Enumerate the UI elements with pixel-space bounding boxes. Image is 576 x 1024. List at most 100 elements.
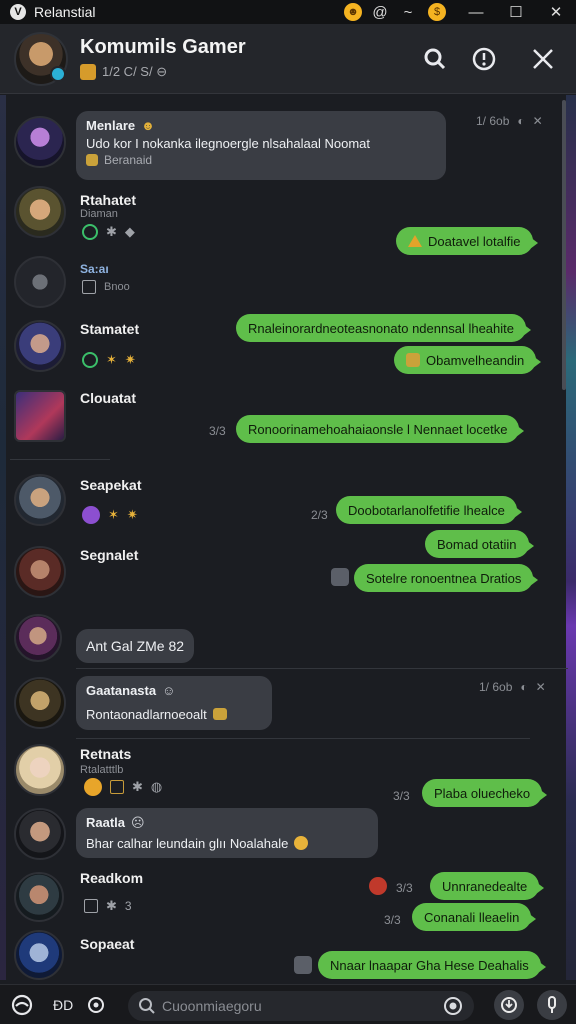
message-input-box[interactable] xyxy=(128,991,474,1021)
record-icon[interactable] xyxy=(442,995,464,1017)
pin-icon[interactable]: ◍ xyxy=(151,779,162,795)
sender-name: Raatla xyxy=(86,815,126,830)
dismiss-icon[interactable]: ✕ xyxy=(536,680,546,694)
avatar[interactable] xyxy=(14,677,66,729)
status-emoji-icon: ☹ xyxy=(131,815,145,830)
divider xyxy=(76,668,568,669)
close-chat-button[interactable] xyxy=(526,42,560,76)
avatar[interactable] xyxy=(14,546,66,598)
avatar[interactable] xyxy=(14,614,62,662)
avatar[interactable] xyxy=(14,744,66,796)
box-icon[interactable] xyxy=(110,780,124,794)
divider xyxy=(10,459,110,460)
gif-icon: ĐD xyxy=(53,997,73,1013)
avatar[interactable] xyxy=(14,474,66,526)
message-input[interactable] xyxy=(162,998,432,1014)
count-icon[interactable]: 3 xyxy=(125,899,132,913)
search-button[interactable] xyxy=(418,42,452,76)
message-meta: 1/ 6ob ◐ ✕ xyxy=(479,680,546,694)
spark-icon[interactable]: ✱ xyxy=(132,779,143,795)
spark-icon[interactable]: ✱ xyxy=(106,898,117,914)
chat-subtitle: 1/2 C/ S/ ⊖ xyxy=(80,64,167,80)
outgoing-bubble: Nnaar lnaapar Gha Hese Deahalis xyxy=(318,951,546,979)
message-text: Bomad otatiin xyxy=(437,536,517,552)
reaction-row: ✱ 3 xyxy=(84,898,132,914)
square-icon[interactable] xyxy=(82,280,96,294)
smile-icon[interactable] xyxy=(84,778,102,796)
search-icon xyxy=(424,48,446,70)
avatar[interactable] xyxy=(14,320,66,372)
info-button[interactable] xyxy=(467,42,501,76)
medal-icon[interactable]: ✷ xyxy=(125,352,136,368)
message-meta: 1/ 6ob ◐ ✕ xyxy=(476,114,543,128)
message-time: 3/3 xyxy=(396,881,413,895)
emoji-tray-icon[interactable]: ☻ xyxy=(344,3,362,21)
tray-glyph-icon[interactable]: @ xyxy=(372,4,388,21)
message-time: 3/3 xyxy=(384,913,401,927)
star-icon[interactable]: ✶ xyxy=(106,352,117,368)
message-text: Nnaar lnaapar Gha Hese Deahalis xyxy=(330,957,529,973)
dismiss-icon[interactable]: ✕ xyxy=(533,114,543,128)
grid-icon[interactable] xyxy=(84,899,98,913)
star-icon[interactable]: ✶ xyxy=(108,507,119,523)
pin-icon[interactable]: ◐ xyxy=(517,114,524,128)
avatar[interactable] xyxy=(14,390,66,442)
avatar[interactable] xyxy=(14,116,66,168)
divider xyxy=(76,738,530,739)
medal-icon[interactable]: ✷ xyxy=(127,507,138,523)
minimize-button[interactable]: — xyxy=(456,0,496,24)
mic-button[interactable] xyxy=(537,990,567,1020)
message-text: Ronoorinamehoahaiaonsle l Nennaet locetk… xyxy=(248,421,508,437)
reaction-row: ✱ ◍ xyxy=(84,778,162,796)
status-emoji-icon: ☻ xyxy=(141,118,155,133)
tilde-tray-icon[interactable]: ~ xyxy=(400,4,416,21)
sparkle-icon xyxy=(212,708,227,721)
message-text: Rontaonadlarnoeoalt xyxy=(86,706,207,722)
gif-button[interactable]: ĐD xyxy=(52,993,76,1017)
sender-name: Rtahatet xyxy=(80,192,137,208)
avatar[interactable] xyxy=(14,930,64,980)
app-name: Relanstial xyxy=(34,4,96,20)
chat-header: Komumils Gamer 1/2 C/ S/ ⊖ xyxy=(0,24,576,94)
outgoing-bubble: Doatavel lotalfie xyxy=(396,227,537,255)
avatar[interactable] xyxy=(14,256,66,308)
avatar[interactable] xyxy=(14,186,66,238)
gear-icon[interactable]: ✱ xyxy=(106,224,117,240)
sticker-icon[interactable] xyxy=(331,568,349,586)
ring-icon[interactable] xyxy=(82,224,98,240)
trophy-icon xyxy=(406,353,420,367)
sender-subtitle: Rtalatttlb xyxy=(80,764,124,776)
messages-scrollbar[interactable] xyxy=(562,100,566,390)
outgoing-bubble: Bomad otatiin xyxy=(425,530,533,558)
avatar[interactable] xyxy=(14,872,64,922)
alert-icon[interactable] xyxy=(369,877,387,895)
outgoing-bubble: Obamvelheandin xyxy=(394,346,542,374)
sender-name: Retnats xyxy=(80,746,132,762)
play-ring-icon[interactable] xyxy=(82,352,98,368)
badge-icon[interactable]: ◆ xyxy=(125,224,135,240)
reply-quote: Beranaid xyxy=(86,152,436,168)
emoji-icon xyxy=(11,994,33,1016)
coin-tray-icon[interactable]: $ xyxy=(428,3,446,21)
sender-name: Sa:aı xyxy=(80,262,109,276)
message-bubble: Ant Gal ZMe 82 xyxy=(76,629,195,663)
message-text: Obamvelheandin xyxy=(426,352,525,368)
group-game-icon xyxy=(80,64,96,80)
attach-button[interactable] xyxy=(84,993,108,1017)
window-close-button[interactable]: ✕ xyxy=(536,0,576,24)
sender-name: Menlare xyxy=(86,118,136,133)
avatar[interactable] xyxy=(14,808,66,860)
outgoing-bubble: Conanali lleaelin xyxy=(412,903,537,931)
message-text: Doatavel lotalfie xyxy=(428,233,521,249)
maximize-button[interactable]: ☐ xyxy=(496,0,536,24)
svg-text:ĐD: ĐD xyxy=(53,997,73,1013)
sticker-button[interactable] xyxy=(494,990,524,1020)
sticker-icon[interactable] xyxy=(294,956,312,974)
pin-icon[interactable]: ◐ xyxy=(520,680,527,694)
sender-name: Stamatet xyxy=(80,321,140,337)
emoji-button[interactable] xyxy=(10,993,34,1017)
sender-name: Seapekat xyxy=(80,477,142,493)
online-badge xyxy=(50,66,66,82)
rocket-icon[interactable] xyxy=(82,506,100,524)
message-bubble: Raatla ☹ Bhar calhar leundain glıı Noala… xyxy=(76,808,378,858)
